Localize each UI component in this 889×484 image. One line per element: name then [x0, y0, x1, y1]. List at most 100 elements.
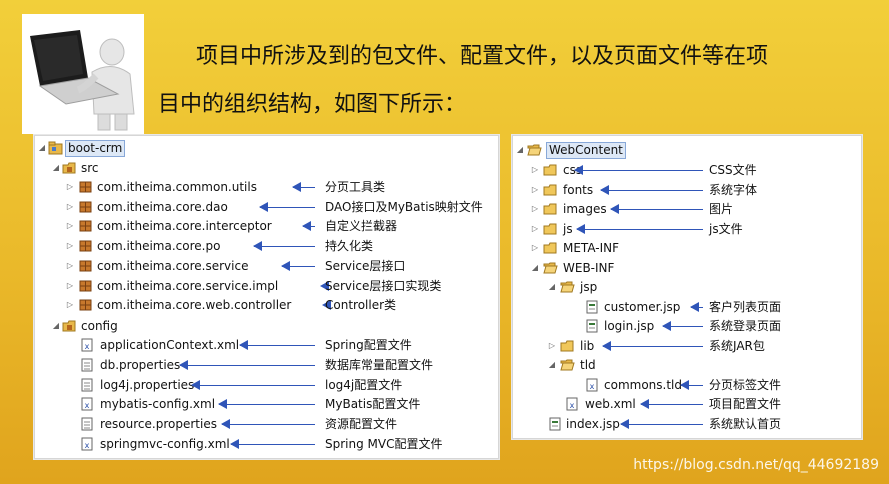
annotation-note: 资源配置文件 — [325, 417, 398, 432]
annotation-arrow — [600, 184, 703, 195]
collapse-toggle-icon[interactable]: ▷ — [530, 181, 540, 199]
collapse-toggle-icon[interactable]: ▷ — [65, 296, 75, 314]
collapse-toggle-icon[interactable]: ▷ — [65, 237, 75, 255]
slide: 项目中所涉及到的包文件、配置文件，以及页面文件等在项 目中的组织结构，如图下所示… — [0, 0, 889, 484]
annotation-arrow — [574, 165, 703, 175]
tree-item-label: js — [563, 221, 573, 236]
tree-item-label: com.itheima.core.po — [97, 239, 221, 254]
annotation-arrow — [576, 223, 703, 234]
open-folder-icon — [543, 261, 558, 275]
tree-item-label: com.itheima.core.web.controller — [97, 298, 292, 313]
xml-file-icon: x — [80, 437, 95, 451]
annotation-note: 持久化类 — [325, 239, 374, 254]
svg-text:x: x — [590, 382, 595, 391]
annotation-arrow — [610, 204, 703, 214]
package-icon — [78, 239, 93, 253]
properties-file-icon — [80, 358, 95, 372]
tree-item-label: com.itheima.core.interceptor — [97, 219, 272, 234]
source-folder-icon — [62, 319, 77, 333]
tree-item-label: com.itheima.core.dao — [97, 199, 228, 214]
annotation-arrow — [253, 241, 315, 252]
annotation-note: js文件 — [709, 221, 743, 236]
open-folder-icon — [527, 143, 542, 157]
collapse-toggle-icon[interactable]: ▷ — [530, 220, 540, 238]
svg-text:x: x — [570, 401, 575, 410]
collapse-toggle-icon[interactable]: ▷ — [65, 277, 75, 295]
tree-item-label: images — [563, 202, 607, 216]
annotation-note: Spring MVC配置文件 — [325, 437, 443, 451]
annotation-arrow — [239, 340, 315, 350]
package-icon — [78, 200, 93, 214]
xml-file-icon: x — [565, 397, 580, 411]
annotation-arrow — [640, 399, 703, 409]
tree-item-label: log4j.properties — [100, 377, 195, 392]
open-folder-icon — [560, 280, 575, 294]
tree-item-label: com.itheima.core.service.impl — [97, 278, 279, 293]
tree-item-label: META-INF — [563, 241, 620, 255]
project-tree-panel: ◢ boot-crm ◢ src ▷ com.itheima.common.uti… — [34, 135, 499, 459]
annotation-note: 分页标签文件 — [709, 377, 782, 392]
annotation-arrow — [218, 399, 315, 410]
annotation-arrow — [281, 260, 315, 271]
laptop-person-clipart — [22, 14, 144, 134]
package-icon — [78, 180, 93, 194]
tree-item-label: lib — [580, 338, 595, 353]
tree-item-label: WEB-INF — [563, 260, 615, 275]
annotation-note: 图片 — [709, 202, 734, 216]
annotation-note: Controller类 — [325, 298, 397, 313]
tree-item-label: mybatis-config.xml — [100, 397, 216, 412]
package-icon — [78, 298, 93, 312]
collapse-toggle-icon[interactable]: ▷ — [530, 161, 540, 179]
project-name: boot-crm — [65, 140, 126, 157]
annotation-arrow — [662, 321, 703, 331]
package-icon — [78, 279, 93, 293]
folder-icon — [543, 163, 558, 177]
annotation-arrow — [221, 419, 315, 430]
src-label: src — [81, 161, 99, 175]
collapse-toggle-icon[interactable]: ▷ — [65, 257, 75, 275]
annotation-note: 项目配置文件 — [709, 397, 782, 411]
expand-toggle-icon[interactable]: ◢ — [37, 139, 47, 157]
annotation-note: log4j配置文件 — [325, 377, 403, 392]
jsp-file-icon — [585, 319, 600, 333]
tree-item-label: commons.tld — [604, 377, 682, 392]
source-folder-icon — [62, 161, 77, 175]
heading: 项目中所涉及到的包文件、配置文件，以及页面文件等在项 目中的组织结构，如图下所示… — [158, 33, 848, 129]
expand-toggle-icon[interactable]: ◢ — [547, 278, 557, 296]
package-icon — [78, 219, 93, 233]
annotation-arrow — [602, 340, 703, 351]
collapse-toggle-icon[interactable]: ▷ — [65, 178, 75, 196]
folder-icon — [560, 339, 575, 353]
annotation-note: MyBatis配置文件 — [325, 397, 421, 412]
collapse-toggle-icon[interactable]: ▷ — [530, 200, 540, 218]
jsp-file-icon — [548, 417, 563, 431]
folder-icon — [543, 222, 558, 236]
annotation-note: 客户列表页面 — [709, 299, 782, 314]
tree-item-label: com.itheima.core.service — [97, 258, 249, 273]
annotation-note: Service层接口实现类 — [325, 278, 442, 293]
tree-item-label: tld — [580, 358, 596, 372]
expand-toggle-icon[interactable]: ◢ — [515, 141, 525, 159]
tree-item-label: springmvc-config.xml — [100, 437, 230, 451]
annotation-arrow — [680, 379, 703, 390]
annotation-note: 系统默认首页 — [709, 416, 782, 431]
properties-file-icon — [80, 378, 95, 392]
collapse-toggle-icon[interactable]: ▷ — [547, 337, 557, 355]
expand-toggle-icon[interactable]: ◢ — [51, 159, 61, 177]
collapse-toggle-icon[interactable]: ▷ — [65, 217, 75, 235]
heading-line-1: 项目中所涉及到的包文件、配置文件，以及页面文件等在项 — [196, 44, 769, 69]
tree-item-label: index.jsp — [566, 416, 620, 431]
annotation-note: Service层接口 — [325, 258, 406, 273]
expand-toggle-icon[interactable]: ◢ — [547, 356, 557, 374]
collapse-toggle-icon[interactable]: ▷ — [530, 239, 540, 257]
collapse-toggle-icon[interactable]: ▷ — [65, 198, 75, 216]
tree-item-label: applicationContext.xml — [100, 338, 240, 352]
annotation-note: 系统登录页面 — [709, 319, 782, 333]
tree-item-label: jsp — [580, 280, 598, 294]
annotation-arrow — [259, 201, 315, 212]
expand-toggle-icon[interactable]: ◢ — [530, 259, 540, 277]
annotation-note: 自定义拦截器 — [325, 219, 398, 234]
expand-toggle-icon[interactable]: ◢ — [51, 317, 61, 335]
annotation-note: 分页工具类 — [325, 180, 386, 194]
folder-icon — [543, 202, 558, 216]
